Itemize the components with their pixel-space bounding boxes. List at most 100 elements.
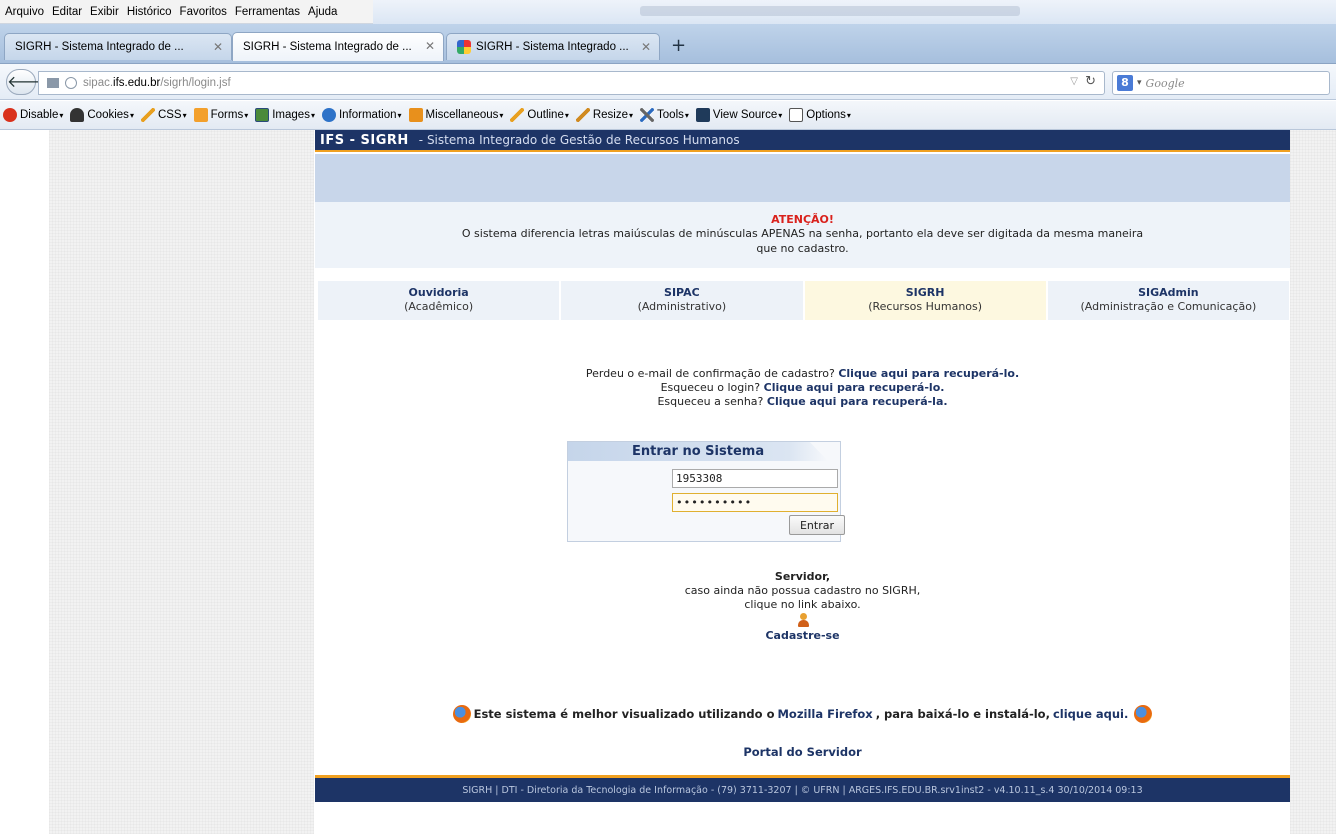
tab-label: SIGRH - Sistema Integrado ...	[476, 41, 629, 53]
url-host: sipac.	[83, 77, 114, 89]
url-bar[interactable]: sipac.ifs.edu.br/sigrh/login.jsf ▽ ↻	[38, 71, 1105, 95]
menu-bar: Arquivo Editar Exibir Histórico Favorito…	[0, 0, 1336, 24]
system-sigrh[interactable]: SIGRH (Recursos Humanos)	[804, 281, 1046, 320]
menu-exibir[interactable]: Exibir	[90, 6, 119, 18]
login-submit-button[interactable]: Entrar	[789, 515, 845, 535]
toolbar-cookies[interactable]: Cookies ▾	[70, 108, 134, 122]
login-title: Entrar no Sistema	[632, 444, 765, 459]
toolbar-view-source[interactable]: View Source ▾	[695, 108, 782, 122]
toolbar-options[interactable]: Options ▾	[789, 108, 851, 122]
brand-subtitle: - Sistema Integrado de Gestão de Recurso…	[418, 133, 740, 147]
new-tab-icon[interactable]: +	[671, 35, 686, 56]
tab-label: SIGRH - Sistema Integrado de ...	[15, 41, 184, 53]
brand-title: IFS - SIGRH	[320, 132, 409, 148]
tab-sigrh-1[interactable]: SIGRH - Sistema Integrado de ... ✕	[4, 33, 232, 60]
servidor-line-1: caso ainda não possua cadastro no SIGRH,	[684, 584, 921, 597]
tab-label: SIGRH - Sistema Integrado de ...	[243, 41, 412, 53]
password-input[interactable]: ••••••••••	[672, 492, 838, 512]
recover-password-link[interactable]: Clique aqui para recuperá-la.	[767, 395, 948, 408]
recover-email-line: Perdeu o e-mail de confirmação de cadast…	[315, 367, 1290, 381]
window-title-blur	[640, 6, 1020, 16]
toolbar-images[interactable]: Images ▾	[255, 108, 315, 122]
site-header: IFS - SIGRH - Sistema Integrado de Gestã…	[315, 130, 1290, 152]
toolbar-label: Images	[272, 109, 310, 121]
toolbar-disable[interactable]: Disable ▾	[3, 108, 63, 122]
system-sipac[interactable]: SIPAC (Administrativo)	[561, 281, 803, 320]
close-icon[interactable]: ✕	[641, 40, 651, 54]
left-background-pattern	[49, 130, 314, 834]
toolbar-css[interactable]: CSS ▾	[140, 108, 187, 122]
menu-list: Arquivo Editar Exibir Histórico Favorito…	[0, 0, 373, 24]
information-icon	[321, 108, 336, 122]
tab-sigrh-3[interactable]: SIGRH - Sistema Integrado ... ✕	[446, 33, 660, 60]
recovery-links: Perdeu o e-mail de confirmação de cadast…	[315, 367, 1290, 409]
chevron-down-icon[interactable]: ▾	[1137, 78, 1142, 88]
url-domain: ifs.edu.br	[113, 77, 161, 89]
password-row: Senha: ••••••••••	[568, 492, 842, 512]
search-bar[interactable]: 8 ▾ Google	[1112, 71, 1330, 95]
portal-servidor-link[interactable]: Portal do Servidor	[743, 745, 861, 759]
firefox-icon	[452, 705, 471, 723]
menu-ajuda[interactable]: Ajuda	[308, 6, 337, 18]
firefox-download-link[interactable]: clique aqui.	[1053, 707, 1128, 721]
recover-password-text: Esqueceu a senha?	[657, 395, 764, 408]
site-identity-icon[interactable]	[47, 78, 59, 88]
system-ouvidoria[interactable]: Ouvidoria (Acadêmico)	[318, 281, 560, 320]
system-name[interactable]: SIGAdmin	[1048, 286, 1289, 299]
register-link[interactable]: Cadastre-se	[765, 629, 839, 643]
menu-editar[interactable]: Editar	[52, 6, 82, 18]
close-icon[interactable]: ✕	[213, 40, 223, 54]
attention-notice: ATENÇÃO! O sistema diferencia letras mai…	[315, 202, 1290, 268]
url-dropdown-icon[interactable]: ▽	[1070, 76, 1078, 87]
systems-nav: Ouvidoria (Acadêmico) SIPAC (Administrat…	[318, 281, 1289, 320]
system-name[interactable]: SIPAC	[561, 286, 802, 299]
forms-icon	[193, 108, 208, 122]
toolbar-forms[interactable]: Forms ▾	[193, 108, 248, 122]
firefox-link[interactable]: Mozilla Firefox	[777, 707, 872, 721]
servidor-section: Servidor, caso ainda não possua cadastro…	[315, 570, 1290, 643]
recover-email-text: Perdeu o e-mail de confirmação de cadast…	[585, 367, 835, 380]
tab-sigrh-2[interactable]: SIGRH - Sistema Integrado de ... ✕	[232, 32, 444, 61]
google-search-icon[interactable]: 8	[1117, 75, 1133, 91]
tools-icon	[640, 108, 655, 122]
toolbar-tools[interactable]: Tools ▾	[640, 108, 689, 122]
toolbar-outline[interactable]: Outline ▾	[510, 108, 569, 122]
user-row: Usuário: 1953308	[568, 468, 842, 488]
recover-password-line: Esqueceu a senha? Clique aqui para recup…	[315, 395, 1290, 409]
system-name[interactable]: Ouvidoria	[318, 286, 559, 299]
close-icon[interactable]: ✕	[425, 39, 435, 53]
recover-email-link[interactable]: Clique aqui para recuperá-lo.	[838, 367, 1019, 380]
recover-login-line: Esqueceu o login? Clique aqui para recup…	[315, 381, 1290, 395]
recover-login-text: Esqueceu o login?	[660, 381, 761, 394]
attention-line-1: O sistema diferencia letras maiúsculas d…	[461, 227, 1144, 240]
servidor-line-2: clique no link abaixo.	[744, 598, 861, 611]
system-sigadmin[interactable]: SIGAdmin (Administração e Comunicação)	[1047, 281, 1289, 320]
toolbar-label: Forms	[210, 109, 244, 121]
attention-line-2: que no cadastro.	[756, 242, 849, 255]
person-icon	[796, 613, 810, 627]
miscellaneous-icon	[408, 108, 423, 122]
recover-login-link[interactable]: Clique aqui para recuperá-lo.	[764, 381, 945, 394]
system-name[interactable]: SIGRH	[805, 286, 1046, 299]
navigation-bar: 🡐 sipac.ifs.edu.br/sigrh/login.jsf ▽ ↻ 8…	[0, 64, 1336, 100]
menu-ferramentas[interactable]: Ferramentas	[235, 6, 300, 18]
toolbar-label: Miscellaneous	[425, 109, 499, 121]
toolbar-information[interactable]: Information ▾	[321, 108, 402, 122]
back-button[interactable]: 🡐	[6, 69, 50, 95]
footer-text: SIGRH | DTI - Diretoria da Tecnologia de…	[462, 784, 1143, 796]
toolbar-label: Tools	[657, 109, 684, 121]
toolbar-resize[interactable]: Resize ▾	[575, 108, 633, 122]
user-input[interactable]: 1953308	[672, 468, 838, 488]
outline-pencil-icon	[510, 108, 525, 122]
toolbar-miscellaneous[interactable]: Miscellaneous ▾	[408, 108, 503, 122]
toolbar-label: Outline	[527, 109, 564, 121]
menu-historico[interactable]: Histórico	[127, 6, 172, 18]
globe-icon	[65, 77, 77, 89]
menu-arquivo[interactable]: Arquivo	[5, 6, 44, 18]
reload-icon[interactable]: ↻	[1085, 74, 1096, 89]
site-footer: SIGRH | DTI - Diretoria da Tecnologia de…	[315, 775, 1290, 802]
header-band	[315, 154, 1290, 202]
images-icon	[255, 108, 270, 122]
resize-icon	[575, 108, 590, 122]
menu-favoritos[interactable]: Favoritos	[180, 6, 227, 18]
